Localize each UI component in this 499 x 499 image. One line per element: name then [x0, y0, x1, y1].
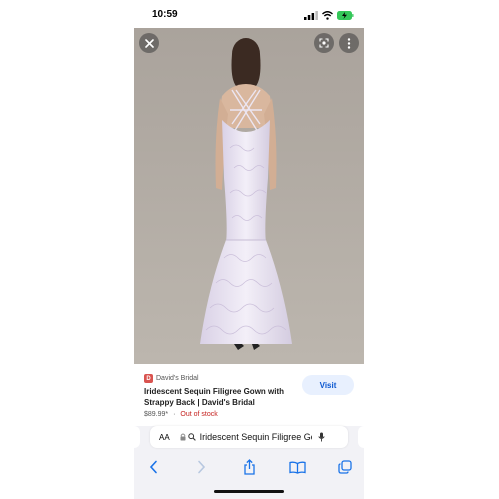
lens-icon: [319, 38, 329, 48]
book-icon: [288, 461, 306, 474]
result-title[interactable]: Iridescent Sequin Filigree Gown with Str…: [144, 386, 294, 408]
status-bar: 10:59: [134, 0, 364, 28]
status-icons: [304, 10, 354, 20]
address-bar[interactable]: AA Iridescent Sequin Filigree Gown: [150, 426, 348, 448]
signal-icon: [304, 10, 318, 20]
share-icon: [243, 459, 255, 475]
microphone-icon[interactable]: [318, 432, 325, 442]
back-button[interactable]: [144, 458, 162, 476]
lock-icon: [180, 433, 186, 441]
phone-screen: 10:59 D David's Bridal Iridescent Sequin…: [134, 0, 364, 499]
tabs-button[interactable]: [336, 458, 354, 476]
wifi-icon: [322, 10, 333, 20]
battery-charging-icon: [337, 10, 354, 20]
result-price: $89.99*: [144, 411, 169, 418]
lens-button[interactable]: [314, 33, 334, 53]
url-text[interactable]: Iridescent Sequin Filigree Gown: [200, 432, 312, 442]
status-time: 10:59: [152, 9, 178, 20]
visit-button[interactable]: Visit: [302, 375, 354, 395]
bookmarks-button[interactable]: [288, 458, 306, 476]
previous-tab-edge[interactable]: [134, 426, 140, 448]
next-tab-edge[interactable]: [358, 426, 364, 448]
reader-aa-button[interactable]: AA: [159, 433, 170, 442]
chevron-left-icon: [149, 460, 157, 474]
safari-toolbar: [134, 450, 364, 484]
price-separator: ·: [173, 411, 176, 418]
tabs-icon: [338, 460, 352, 474]
stock-status: Out of stock: [180, 411, 218, 418]
close-button[interactable]: [139, 33, 159, 53]
more-options-button[interactable]: [339, 33, 359, 53]
site-favicon: D: [144, 374, 153, 383]
chevron-right-icon: [197, 460, 205, 474]
result-source: David's Bridal: [156, 375, 199, 382]
home-indicator[interactable]: [214, 490, 284, 493]
more-vertical-icon: [347, 37, 351, 49]
search-result-card[interactable]: D David's Bridal Iridescent Sequin Filig…: [134, 364, 364, 426]
search-icon: [187, 433, 196, 441]
dress-photo: [134, 28, 364, 364]
share-button[interactable]: [240, 458, 258, 476]
close-icon: [144, 38, 154, 48]
price-row: $89.99* · Out of stock: [144, 410, 218, 419]
forward-button[interactable]: [192, 458, 210, 476]
product-image-viewer[interactable]: [134, 28, 364, 364]
